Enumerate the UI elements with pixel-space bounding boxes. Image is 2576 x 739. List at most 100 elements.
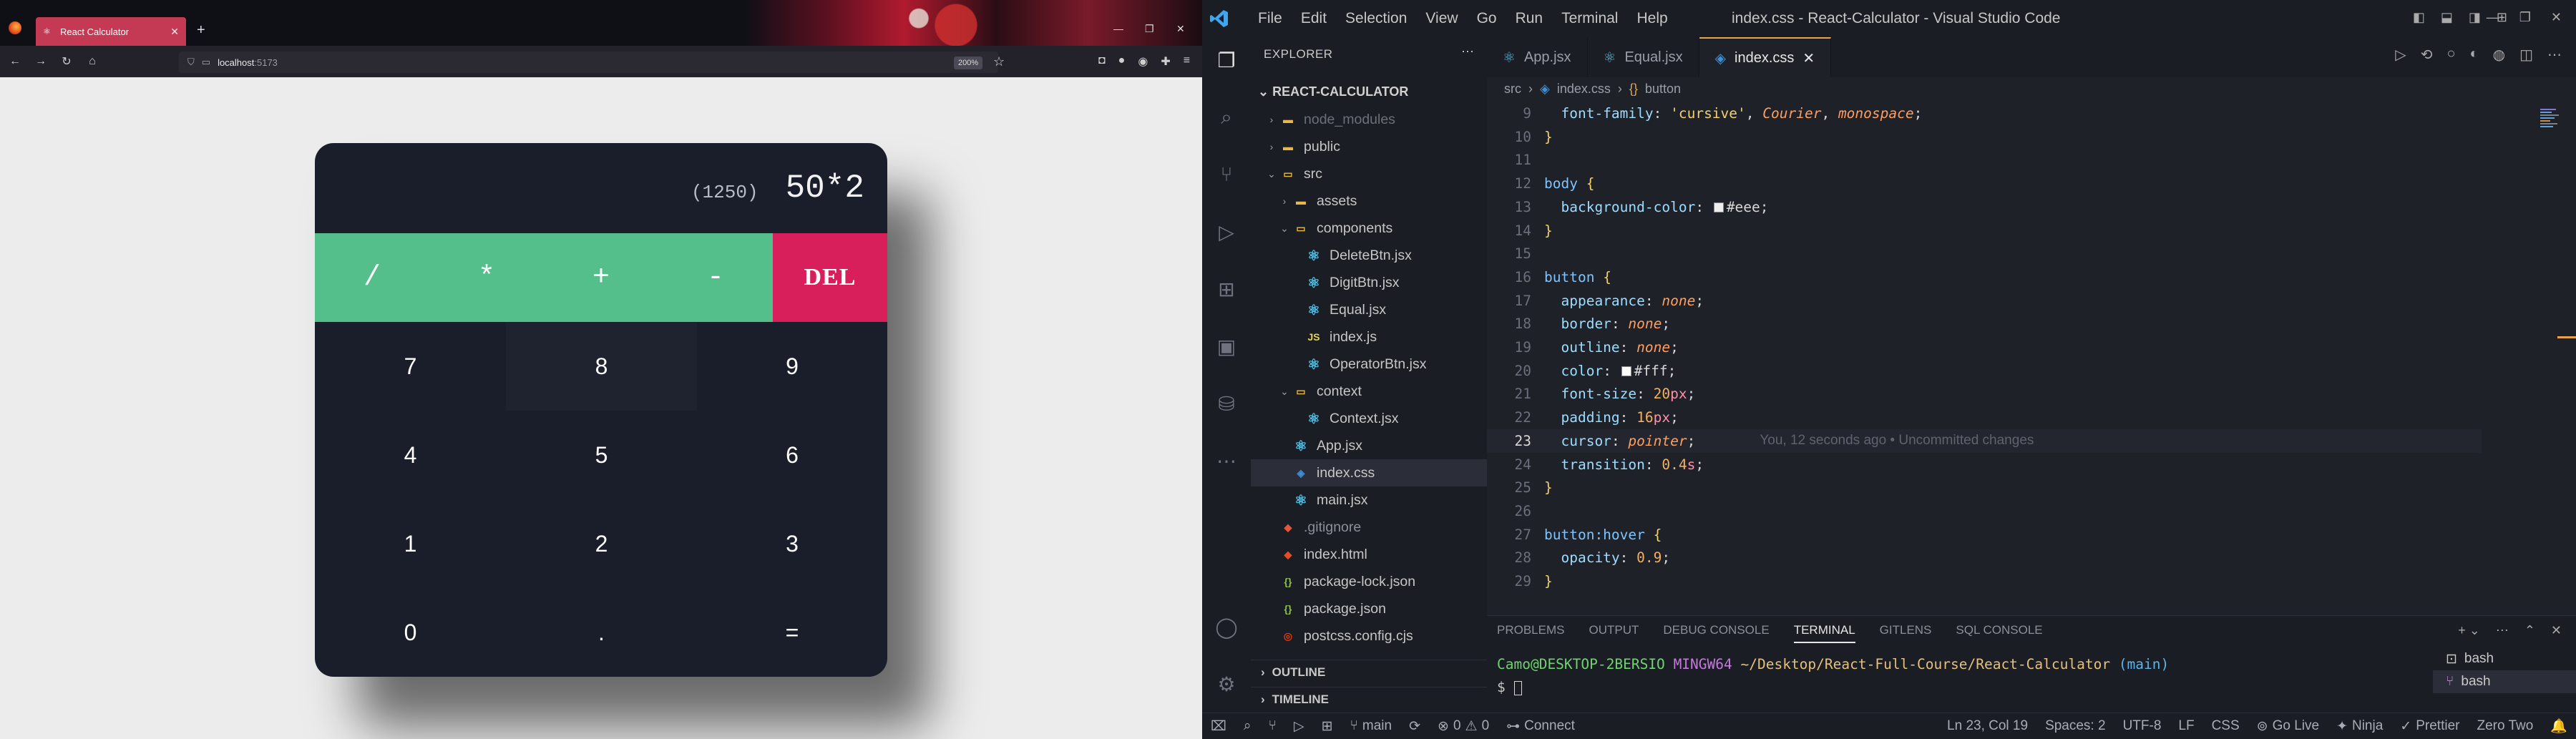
toggle-secondary-sidebar-icon[interactable]: ◨	[2469, 10, 2481, 25]
firefox-logo-icon[interactable]	[9, 21, 21, 34]
extensions-icon[interactable]: ⊞	[1212, 275, 1241, 303]
open-changes-icon[interactable]: ⟲	[2421, 46, 2433, 64]
notifications-icon[interactable]: 🔔	[2542, 718, 2576, 735]
gitlens-icon[interactable]: ◍	[2493, 46, 2505, 64]
code-line[interactable]: 27 button:hover {	[1487, 523, 2489, 547]
sync-icon[interactable]: ⟳	[1400, 718, 1429, 735]
tree-item[interactable]: {} package.json	[1251, 595, 1487, 622]
menu-file[interactable]: File	[1258, 10, 1282, 27]
source-control-icon[interactable]: ⑂	[1260, 718, 1285, 734]
more-actions-icon[interactable]: ⋯	[2547, 46, 2562, 64]
tree-item[interactable]: ⌄ ▭ src	[1251, 160, 1487, 187]
account-icon[interactable]: ●	[1118, 54, 1126, 69]
tree-item[interactable]: ⚛ Context.jsx	[1251, 405, 1487, 432]
decimal-button[interactable]: .	[506, 588, 697, 677]
tree-item[interactable]: ⚛ DeleteBtn.jsx	[1251, 242, 1487, 269]
browser-tab-react-calculator[interactable]: ⚛ React Calculator ✕	[36, 17, 186, 46]
tab-equal-jsx[interactable]: ⚛ Equal.jsx	[1588, 37, 1699, 77]
prettier-status[interactable]: ✓ Prettier	[2391, 718, 2468, 735]
tree-item[interactable]: › ▬ public	[1251, 133, 1487, 160]
extensions-puzzle-icon[interactable]: ✚	[1161, 54, 1170, 69]
zoom-level-badge[interactable]: 200%	[954, 57, 983, 69]
code-line[interactable]: 11	[1487, 148, 2489, 172]
menu-hamburger-icon[interactable]: ≡	[1184, 54, 1190, 69]
subtract-button[interactable]: -	[658, 233, 773, 322]
panel-tab-sql-console[interactable]: SQL CONSOLE	[1956, 623, 2042, 637]
digit-6-button[interactable]: 6	[697, 411, 887, 499]
menu-go[interactable]: Go	[1477, 10, 1497, 27]
terminal-instance-bash[interactable]: ⊡ bash	[2433, 647, 2576, 670]
terminal-input-line[interactable]: $	[1497, 676, 2169, 699]
toggle-panel-icon[interactable]: ⬓	[2441, 10, 2453, 25]
theme-status[interactable]: Zero Two	[2468, 718, 2542, 734]
tree-item[interactable]: JS index.js	[1251, 323, 1487, 351]
menu-edit[interactable]: Edit	[1301, 10, 1327, 27]
add-button[interactable]: +	[544, 233, 658, 322]
panel-tab-terminal[interactable]: TERMINAL	[1793, 623, 1855, 643]
extensions-icon[interactable]: ⊞	[1313, 718, 1342, 735]
tree-item[interactable]: ⚛ OperatorBtn.jsx	[1251, 351, 1487, 378]
source-control-icon[interactable]: ⑂	[1212, 160, 1241, 189]
terminal-instance-bash-2[interactable]: ⑂ bash	[2433, 670, 2576, 693]
close-tab-icon[interactable]: ✕	[1802, 49, 1815, 67]
tree-item[interactable]: ⚛ App.jsx	[1251, 432, 1487, 459]
code-line[interactable]: 10}	[1487, 125, 2489, 149]
go-live-status[interactable]: ⊚ Go Live	[2248, 718, 2328, 735]
code-line[interactable]: 15	[1487, 242, 2489, 265]
tree-item[interactable]: ⌄ ▭ components	[1251, 215, 1487, 242]
digit-2-button[interactable]: 2	[506, 499, 697, 588]
code-line[interactable]: 9 font-family: 'cursive', Courier, monos…	[1487, 102, 2489, 125]
code-line[interactable]: 18 border: none;	[1487, 312, 2489, 336]
menu-view[interactable]: View	[1425, 10, 1458, 27]
code-line[interactable]: 13 background-color: #eee;	[1487, 195, 2489, 219]
remote-icon[interactable]: ⌧	[1202, 718, 1235, 735]
tab-app-jsx[interactable]: ⚛ App.jsx	[1487, 37, 1588, 77]
branch-status[interactable]: ⑂ main	[1342, 718, 1401, 734]
page-info-icon[interactable]: ▭	[202, 57, 210, 68]
digit-5-button[interactable]: 5	[506, 411, 697, 499]
new-terminal-icon[interactable]: + ⌄	[2458, 623, 2480, 638]
breadcrumb-src[interactable]: src	[1504, 82, 1521, 97]
connect-status[interactable]: ⊶ Connect	[1498, 718, 1584, 735]
tree-item[interactable]: ⚛ DigitBtn.jsx	[1251, 269, 1487, 296]
extension-icon[interactable]: ◉	[1138, 54, 1148, 69]
code-line[interactable]: 23 cursor: pointer; You, 12 seconds ago •…	[1487, 429, 2482, 453]
code-line[interactable]: 28 opacity: 0.9;	[1487, 546, 2489, 569]
split-editor-icon[interactable]: ◫	[2519, 46, 2533, 64]
divide-button[interactable]: /	[315, 233, 429, 322]
minimap[interactable]	[2539, 106, 2567, 192]
breadcrumb-file[interactable]: index.css	[1557, 82, 1611, 97]
code-line[interactable]: 21 font-size: 20px;	[1487, 382, 2489, 406]
menu-run[interactable]: Run	[1516, 10, 1543, 27]
reload-icon[interactable]: ↻	[59, 54, 74, 69]
tree-item[interactable]: ⌄ ▭ context	[1251, 378, 1487, 405]
language-mode[interactable]: CSS	[2203, 718, 2248, 734]
digit-8-button[interactable]: 8	[506, 322, 697, 411]
equals-button[interactable]: =	[697, 588, 887, 677]
shield-icon[interactable]: ⛉	[187, 57, 195, 68]
indentation[interactable]: Spaces: 2	[2036, 718, 2114, 734]
code-line[interactable]: 17 appearance: none;	[1487, 289, 2489, 313]
code-line[interactable]: 22 padding: 16px;	[1487, 406, 2489, 429]
tree-item[interactable]: {} package-lock.json	[1251, 568, 1487, 595]
run-debug-icon[interactable]: ▷	[1212, 217, 1241, 246]
timeline-section[interactable]: › TIMELINE	[1251, 687, 1487, 711]
close-tab-icon[interactable]: ✕	[170, 26, 179, 38]
problems-status[interactable]: ⊗ 0 ⚠ 0	[1429, 718, 1498, 735]
database-icon[interactable]: ⛁	[1212, 389, 1241, 418]
tab-index-css[interactable]: ◈ index.css ✕	[1699, 37, 1832, 77]
explorer-icon[interactable]: ❐	[1212, 46, 1241, 74]
terminal-output[interactable]: Camo@DESKTOP-2BERSIO MINGW64 ~/Desktop/R…	[1497, 653, 2169, 699]
restore-icon[interactable]: ❐	[2519, 10, 2531, 25]
tree-item[interactable]: › ▬ assets	[1251, 187, 1487, 215]
address-bar[interactable]: ⛉ ▭ localhost:5173	[179, 52, 998, 73]
code-line[interactable]: 20 color: #fff;	[1487, 359, 2489, 383]
code-line[interactable]: 16 button {	[1487, 265, 2489, 289]
accounts-icon[interactable]: ◯	[1212, 612, 1241, 641]
encoding[interactable]: UTF-8	[2114, 718, 2170, 734]
previous-change-icon[interactable]: ○	[2446, 46, 2455, 64]
tree-item[interactable]: ◆ .gitignore	[1251, 514, 1487, 541]
close-window-icon[interactable]: ✕	[2551, 10, 2562, 25]
tree-item[interactable]: ⚛ Equal.jsx	[1251, 296, 1487, 323]
close-panel-icon[interactable]: ✕	[2551, 623, 2562, 638]
